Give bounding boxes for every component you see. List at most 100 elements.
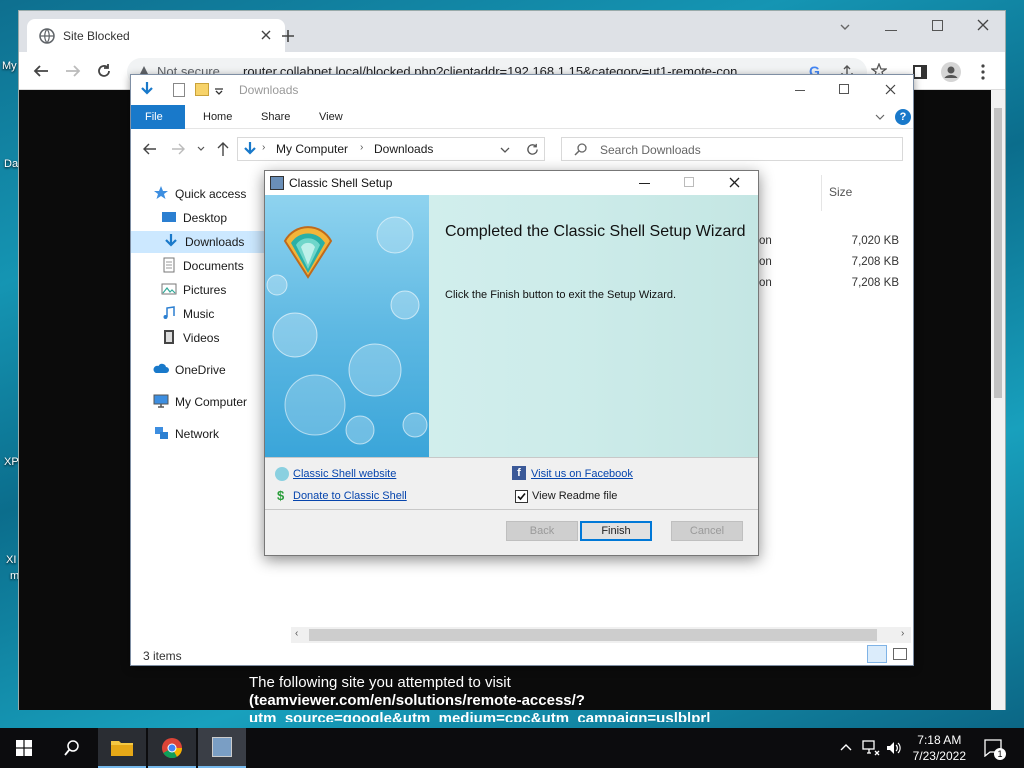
view-readme-label[interactable]: View Readme file — [532, 490, 617, 502]
new-tab-icon[interactable] — [281, 29, 295, 43]
installer-icon — [212, 737, 232, 757]
taskbar-setup[interactable] — [198, 728, 246, 768]
profile-icon[interactable] — [941, 62, 961, 82]
nav-back-icon[interactable] — [143, 143, 157, 155]
tab-share[interactable]: Share — [247, 105, 304, 129]
blocked-message: The following site you attempted to visi… — [249, 674, 769, 722]
taskbar-file-explorer[interactable] — [98, 728, 146, 768]
tray-chevron-up-icon[interactable] — [840, 743, 852, 751]
tab-home[interactable]: Home — [189, 105, 246, 129]
music-icon — [161, 305, 177, 321]
horizontal-scrollbar[interactable]: ‹ › — [291, 627, 911, 643]
column-divider[interactable] — [821, 175, 822, 211]
donate-link[interactable]: Donate to Classic Shell — [293, 490, 407, 502]
reload-icon[interactable] — [96, 63, 112, 79]
nav-onedrive[interactable]: OneDrive — [153, 359, 226, 381]
nav-downloads[interactable]: Downloads — [131, 231, 267, 253]
cancel-button[interactable]: Cancel — [671, 521, 743, 541]
help-icon[interactable]: ? — [895, 109, 911, 125]
details-view-icon[interactable] — [867, 645, 887, 663]
star-icon — [153, 185, 169, 201]
nav-forward-icon[interactable] — [171, 143, 185, 155]
scroll-right-icon[interactable]: › — [901, 628, 904, 639]
tab-site-blocked[interactable]: Site Blocked — [27, 19, 285, 52]
facebook-link[interactable]: Visit us on Facebook — [531, 468, 633, 480]
volume-icon[interactable] — [886, 740, 902, 756]
finish-button[interactable]: Finish — [580, 521, 652, 541]
horizontal-scrollbar-thumb[interactable] — [309, 629, 877, 641]
nav-pictures[interactable]: Pictures — [161, 279, 226, 301]
setup-app-icon — [270, 176, 284, 190]
tab-search-icon[interactable] — [839, 21, 851, 33]
network-tray-icon[interactable] — [862, 740, 880, 756]
nav-videos-label: Videos — [183, 331, 220, 345]
large-icons-view-icon[interactable] — [893, 648, 907, 660]
nav-music[interactable]: Music — [161, 303, 214, 325]
system-clock[interactable]: 7:18 AM 7/23/2022 — [913, 732, 966, 764]
up-arrow-icon[interactable] — [217, 141, 229, 157]
sidebar-icon[interactable] — [913, 65, 927, 79]
windows-logo-icon — [16, 740, 32, 756]
taskbar-chrome[interactable] — [148, 728, 196, 768]
nav-desktop-label: Desktop — [183, 211, 228, 225]
dollar-icon: $ — [277, 488, 285, 503]
desktop-label-4[interactable]: XI — [6, 554, 16, 566]
chrome-icon — [162, 738, 183, 759]
minimize-icon[interactable] — [885, 30, 897, 31]
tab-title: Site Blocked — [63, 29, 130, 43]
close-window-icon[interactable] — [977, 19, 989, 31]
desktop-label-3[interactable]: XP — [4, 456, 19, 468]
nav-documents[interactable]: Documents — [161, 255, 244, 277]
file-row-1-name[interactable]: on — [759, 235, 772, 247]
blocked-line-3: utm_source=google&utm_medium=cpc&utm_cam… — [249, 710, 711, 722]
page-scrollbar-thumb[interactable] — [994, 108, 1002, 398]
explorer-close-icon[interactable] — [885, 84, 896, 95]
qat-dropdown-icon[interactable] — [215, 87, 223, 95]
maximize-icon[interactable] — [932, 20, 943, 31]
new-folder-icon[interactable] — [195, 83, 209, 96]
dialog-close-icon[interactable] — [729, 177, 740, 188]
nav-desktop[interactable]: Desktop — [161, 207, 227, 229]
nav-network[interactable]: Network — [153, 423, 219, 445]
view-readme-checkbox[interactable] — [515, 490, 528, 503]
start-button[interactable] — [0, 728, 48, 768]
page-scrollbar[interactable] — [991, 90, 1005, 710]
column-size-header[interactable]: Size — [829, 185, 852, 199]
navigation-pane: Quick access Desktop Downloads Documents… — [131, 169, 267, 639]
taskbar-search-button[interactable] — [48, 728, 96, 768]
expand-ribbon-icon[interactable] — [875, 113, 885, 121]
search-box[interactable]: Search Downloads — [561, 137, 903, 161]
tab-file[interactable]: File — [131, 105, 185, 129]
checkmark-icon — [517, 492, 526, 501]
dialog-minimize-icon[interactable] — [639, 183, 650, 184]
back-button[interactable]: Back — [506, 521, 578, 541]
forward-arrow-icon[interactable] — [65, 63, 81, 79]
refresh-icon[interactable] — [526, 143, 539, 156]
bubbles-side-image — [265, 195, 429, 457]
menu-icon[interactable] — [981, 64, 985, 80]
recent-locations-icon[interactable] — [197, 146, 205, 152]
tab-view[interactable]: View — [305, 105, 357, 129]
address-dropdown-icon[interactable] — [500, 147, 510, 153]
shell-website-icon — [275, 467, 289, 481]
back-arrow-icon[interactable] — [33, 63, 49, 79]
crumb-my-computer[interactable]: My Computer — [276, 142, 348, 156]
explorer-title: Downloads — [239, 83, 299, 97]
close-tab-icon[interactable] — [261, 30, 271, 40]
nav-videos[interactable]: Videos — [161, 327, 219, 349]
search-icon — [574, 143, 587, 156]
desktop-label-2[interactable]: Da — [4, 158, 18, 170]
file-row-3-name[interactable]: on — [759, 277, 772, 289]
explorer-minimize-icon[interactable] — [795, 90, 805, 91]
crumb-downloads[interactable]: Downloads — [374, 142, 433, 156]
globe-icon — [39, 28, 55, 44]
desktop-label-1[interactable]: My — [2, 60, 17, 72]
classic-shell-website-link[interactable]: Classic Shell website — [293, 468, 396, 480]
breadcrumb[interactable]: › My Computer › Downloads — [237, 137, 545, 161]
properties-icon[interactable] — [173, 83, 185, 97]
file-row-2-name[interactable]: on — [759, 256, 772, 268]
scroll-left-icon[interactable]: ‹ — [295, 628, 298, 639]
explorer-maximize-icon[interactable] — [839, 84, 849, 94]
nav-quick-access[interactable]: Quick access — [153, 183, 246, 205]
nav-my-computer[interactable]: My Computer — [153, 391, 247, 413]
